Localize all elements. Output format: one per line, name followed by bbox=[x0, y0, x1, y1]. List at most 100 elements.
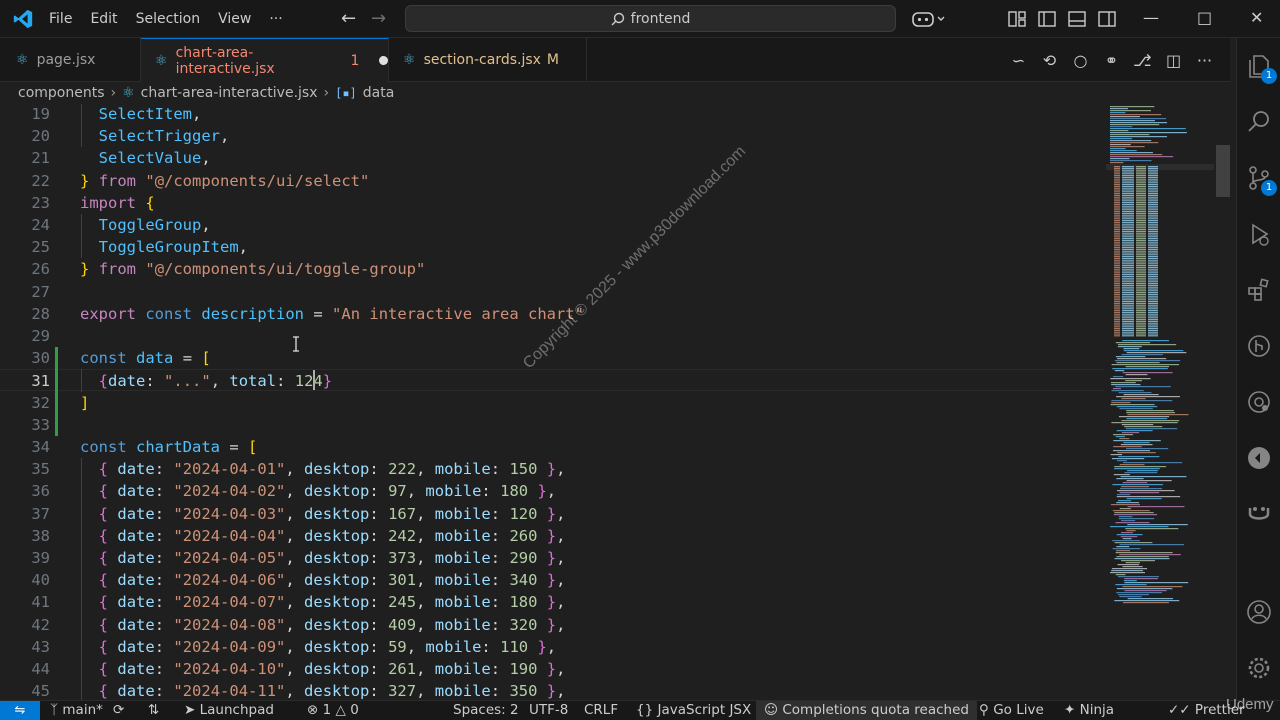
menu-edit[interactable]: Edit bbox=[81, 0, 126, 38]
branch-status[interactable]: ᛉ main* bbox=[50, 701, 103, 720]
code-line[interactable]: 37 { date: "2024-04-03", desktop: 167, m… bbox=[0, 503, 1104, 525]
unsaved-dot-icon[interactable] bbox=[379, 56, 388, 65]
settings-gear-icon[interactable] bbox=[1245, 654, 1273, 682]
tab-chart-area-interactive[interactable]: ⚛ chart-area-interactive.jsx 1 bbox=[141, 38, 389, 82]
layout-customize-icon[interactable] bbox=[1007, 9, 1027, 29]
toggle-secondary-sidebar-icon[interactable] bbox=[1097, 9, 1117, 29]
code-line[interactable]: 41 { date: "2024-04-07", desktop: 245, m… bbox=[0, 591, 1104, 613]
code-editor[interactable]: 19 SelectItem, 20 SelectTrigger, 21 Select… bbox=[0, 104, 1230, 700]
eol-status[interactable]: CRLF bbox=[584, 701, 618, 720]
minimap-line bbox=[1117, 564, 1140, 566]
minimap-line bbox=[1114, 230, 1120, 232]
extensions-icon[interactable] bbox=[1245, 276, 1273, 304]
copilot-edit-icon[interactable]: ∽ bbox=[1003, 51, 1034, 70]
go-live-status[interactable]: ⚲ Go Live bbox=[979, 701, 1044, 720]
ninja-status[interactable]: ✦ Ninja bbox=[1064, 701, 1114, 720]
broadcast-icon: ⚲ bbox=[979, 702, 994, 718]
git-graph-icon[interactable] bbox=[1245, 332, 1273, 360]
minimize-icon[interactable]: — bbox=[1143, 8, 1159, 27]
toggle-primary-sidebar-icon[interactable] bbox=[1037, 9, 1057, 29]
minimap-line bbox=[1148, 286, 1158, 288]
minimap-line bbox=[1122, 279, 1134, 281]
toggle-panel-icon[interactable] bbox=[1067, 9, 1087, 29]
code-line[interactable]: 43 { date: "2024-04-09", desktop: 59, mo… bbox=[0, 636, 1104, 658]
code-line[interactable]: 42 { date: "2024-04-08", desktop: 409, m… bbox=[0, 614, 1104, 636]
git-modified-gutter[interactable] bbox=[55, 347, 58, 436]
close-window-icon[interactable]: ✕ bbox=[1250, 8, 1263, 27]
code-line[interactable]: 33 bbox=[0, 414, 1104, 436]
menu-selection[interactable]: Selection bbox=[127, 0, 210, 38]
breadcrumb-symbol[interactable]: data bbox=[363, 85, 395, 101]
go-back-change-icon[interactable]: ⟲ bbox=[1034, 51, 1065, 70]
code-line[interactable]: 25 ToggleGroupItem, bbox=[0, 236, 1104, 258]
code-line[interactable]: 32] bbox=[0, 392, 1104, 414]
minimap-line bbox=[1136, 301, 1146, 303]
split-editor-icon[interactable]: ◫ bbox=[1158, 51, 1189, 70]
code-line[interactable]: 38 { date: "2024-04-04", desktop: 242, m… bbox=[0, 525, 1104, 547]
run-debug-icon[interactable] bbox=[1245, 220, 1273, 248]
copilot-status[interactable]: ☺ Completions quota reached bbox=[756, 701, 977, 720]
language-mode-status[interactable]: {} JavaScript JSX bbox=[636, 701, 751, 720]
scrollbar-thumb[interactable] bbox=[1216, 145, 1230, 197]
search-icon[interactable] bbox=[1245, 108, 1273, 136]
account-icon[interactable] bbox=[1245, 598, 1273, 626]
git-compare-icon[interactable]: ⇅ bbox=[148, 701, 159, 720]
code-line[interactable]: 35 { date: "2024-04-01", desktop: 222, m… bbox=[0, 458, 1104, 480]
code-line[interactable]: 27 bbox=[0, 281, 1104, 303]
breadcrumb-file[interactable]: chart-area-interactive.jsx bbox=[141, 85, 318, 101]
code-line[interactable]: 26} from "@/components/ui/toggle-group" bbox=[0, 258, 1104, 280]
commit-icon[interactable]: ○ bbox=[1065, 51, 1096, 70]
menu-file[interactable]: File bbox=[40, 0, 81, 38]
command-center-search[interactable]: frontend bbox=[405, 5, 896, 32]
more-actions-icon[interactable]: ··· bbox=[1189, 51, 1220, 70]
code-line[interactable]: 40 { date: "2024-04-06", desktop: 301, m… bbox=[0, 569, 1104, 591]
minimap-viewport[interactable] bbox=[1106, 164, 1216, 170]
copilot-chat-icon[interactable] bbox=[1245, 500, 1273, 528]
maximize-icon[interactable]: □ bbox=[1197, 8, 1212, 27]
minimap-line bbox=[1114, 286, 1120, 288]
live-share-icon[interactable] bbox=[1245, 444, 1273, 472]
code-line[interactable]: 39 { date: "2024-04-05", desktop: 373, m… bbox=[0, 547, 1104, 569]
minimap-line bbox=[1136, 324, 1146, 326]
minimap-line bbox=[1115, 574, 1126, 576]
code-line[interactable]: 28 export const description = "An interac… bbox=[0, 303, 1104, 325]
minimap-line bbox=[1110, 110, 1152, 112]
code-line[interactable]: 19 SelectItem, bbox=[0, 104, 1104, 125]
sync-icon[interactable]: ⟳ bbox=[113, 701, 124, 720]
code-line[interactable]: 45 { date: "2024-04-11", desktop: 327, m… bbox=[0, 680, 1104, 700]
menu-more[interactable]: ··· bbox=[260, 0, 291, 38]
minimap-line bbox=[1136, 279, 1146, 281]
code-line[interactable]: 31 {date: "...", total: 124} bbox=[0, 369, 1104, 392]
minimap-line bbox=[1122, 317, 1134, 319]
minimap-line bbox=[1110, 154, 1163, 156]
tab-section-cards[interactable]: ⚛ section-cards.jsx M bbox=[389, 38, 587, 82]
indentation-status[interactable]: Spaces: 2 bbox=[453, 701, 519, 720]
code-line[interactable]: 24 ToggleGroup, bbox=[0, 214, 1104, 236]
minimap[interactable] bbox=[1106, 104, 1216, 700]
code-line[interactable]: 36 { date: "2024-04-02", desktop: 97, mo… bbox=[0, 480, 1104, 502]
launchpad-status[interactable]: ➤ Launchpad bbox=[184, 701, 274, 720]
git-graph-icon[interactable]: ⎇ bbox=[1127, 51, 1158, 70]
minimap-line bbox=[1122, 175, 1134, 177]
remote-indicator-icon[interactable]: ⇋ bbox=[0, 701, 40, 720]
encoding-status[interactable]: UTF-8 bbox=[529, 701, 568, 720]
copilot-icon[interactable] bbox=[912, 9, 946, 29]
text-cursor-icon bbox=[293, 336, 299, 352]
remote-explorer-icon[interactable] bbox=[1245, 388, 1273, 416]
forward-arrow-icon[interactable]: → bbox=[371, 9, 386, 29]
code-line[interactable]: 21 SelectValue, bbox=[0, 147, 1104, 169]
tab-page-jsx[interactable]: ⚛ page.jsx bbox=[0, 38, 141, 82]
code-line[interactable]: 34 const chartData = [ bbox=[0, 436, 1104, 458]
minimap-line bbox=[1121, 520, 1136, 522]
breadcrumb-folder[interactable]: components bbox=[18, 85, 105, 101]
code-line[interactable]: 44 { date: "2024-04-10", desktop: 261, m… bbox=[0, 658, 1104, 680]
code-line[interactable]: 22} from "@/components/ui/select" bbox=[0, 170, 1104, 192]
line-code: SelectTrigger, bbox=[98, 127, 230, 146]
problems-status[interactable]: ⊗ 1 △ 0 bbox=[307, 701, 359, 720]
back-arrow-icon[interactable]: ← bbox=[341, 9, 356, 29]
menu-view[interactable]: View bbox=[209, 0, 260, 38]
code-line[interactable]: 23 import { bbox=[0, 192, 1104, 214]
code-line[interactable]: 20 SelectTrigger, bbox=[0, 125, 1104, 147]
next-change-icon[interactable]: ⚭ bbox=[1096, 51, 1127, 70]
minimap-line bbox=[1114, 279, 1120, 281]
